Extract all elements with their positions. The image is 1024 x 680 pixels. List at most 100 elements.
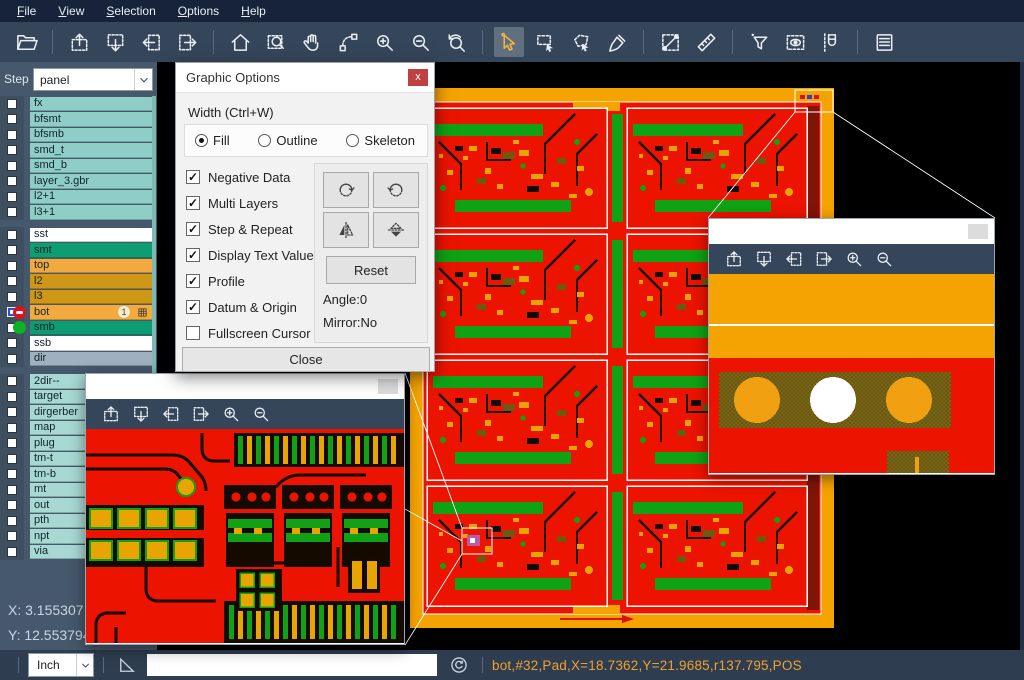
layer-checkbox[interactable] xyxy=(7,176,17,186)
open-folder-tool-button[interactable] xyxy=(11,27,41,57)
pan-left-tool-button[interactable] xyxy=(136,27,166,57)
layer-checkbox[interactable] xyxy=(7,99,17,109)
layer-name[interactable]: fx xyxy=(30,97,152,112)
layer-row-bfsmb[interactable]: bfsmb xyxy=(0,127,157,143)
layer-name[interactable]: l2+1 xyxy=(30,190,152,205)
pan-right-tool-button[interactable] xyxy=(811,246,837,272)
layer-row-smb[interactable]: smb xyxy=(0,320,157,336)
pan-left-tool-button[interactable] xyxy=(158,401,184,427)
mirror-horizontal-button[interactable] xyxy=(323,212,369,248)
layer-name[interactable]: sst xyxy=(30,228,152,243)
rotate-ccw-button[interactable] xyxy=(373,172,419,208)
pan-hand-tool-button[interactable] xyxy=(297,27,327,57)
magnifier-titlebar[interactable] xyxy=(709,219,994,244)
reset-button[interactable]: Reset xyxy=(326,256,416,284)
magnifier-minimize-button[interactable] xyxy=(968,224,988,239)
pan-down-tool-button[interactable] xyxy=(128,401,154,427)
layer-name[interactable]: ssb xyxy=(30,336,152,351)
zoom-in-tool-button[interactable] xyxy=(218,401,244,427)
layer-name[interactable]: bfsmb xyxy=(30,128,152,143)
layer-name[interactable]: l2 xyxy=(30,274,152,289)
radio-icon[interactable] xyxy=(346,134,359,147)
pan-down-tool-button[interactable] xyxy=(751,246,777,272)
menu-help[interactable]: Help xyxy=(230,0,277,22)
select-rect-tool-button[interactable] xyxy=(530,27,560,57)
layer-checkbox[interactable] xyxy=(7,423,17,433)
layer-checkbox[interactable] xyxy=(7,192,17,202)
pan-up-tool-button[interactable] xyxy=(721,246,747,272)
layer-row-l3[interactable]: l3 xyxy=(0,289,157,305)
layer-row-layer_3.gbr[interactable]: layer_3.gbr xyxy=(0,174,157,190)
grid-icon[interactable] xyxy=(137,307,148,318)
select-cursor-tool-button[interactable] xyxy=(494,27,524,57)
layer-name[interactable]: top xyxy=(30,259,152,274)
layer-row-l3+1[interactable]: l3+1 xyxy=(0,205,157,221)
layer-row-l2[interactable]: l2 xyxy=(0,274,157,290)
layer-row-smd_b[interactable]: smd_b xyxy=(0,158,157,174)
checkbox-icon[interactable]: ✓ xyxy=(186,170,200,184)
layer-row-bfsmt[interactable]: bfsmt xyxy=(0,112,157,128)
layer-list-tool-button[interactable] xyxy=(869,27,899,57)
zoom-out-tool-button[interactable] xyxy=(871,246,897,272)
layer-checkbox[interactable] xyxy=(7,292,17,302)
layer-row-top[interactable]: top xyxy=(0,258,157,274)
layer-checkbox[interactable] xyxy=(7,469,17,479)
option-fullscreen-cursor[interactable]: Fullscreen Cursor xyxy=(186,320,314,346)
layer-checkbox[interactable] xyxy=(7,392,17,402)
magnifier-minimize-button[interactable] xyxy=(378,379,398,394)
radio-icon[interactable] xyxy=(258,134,271,147)
layer-row-l2+1[interactable]: l2+1 xyxy=(0,189,157,205)
layer-checkbox[interactable] xyxy=(7,438,17,448)
layer-checkbox[interactable] xyxy=(7,376,17,386)
layer-row-dir[interactable]: dir xyxy=(0,351,157,367)
magnifier-view-pads[interactable] xyxy=(86,429,404,643)
highlight-view-tool-button[interactable] xyxy=(780,27,810,57)
layer-checkbox[interactable] xyxy=(7,338,17,348)
mirror-vertical-button[interactable] xyxy=(373,212,419,248)
menu-view[interactable]: View xyxy=(47,0,95,22)
layer-checkbox[interactable] xyxy=(7,354,17,364)
layer-checkbox[interactable] xyxy=(7,161,17,171)
route-edit-tool-button[interactable] xyxy=(333,27,363,57)
pan-right-tool-button[interactable] xyxy=(172,27,202,57)
layer-checkbox[interactable] xyxy=(7,407,17,417)
option-multi-layers[interactable]: ✓Multi Layers xyxy=(186,190,314,216)
zoom-in-tool-button[interactable] xyxy=(841,246,867,272)
layer-checkbox[interactable] xyxy=(7,276,17,286)
layer-checkbox[interactable] xyxy=(7,145,17,155)
layer-checkbox[interactable] xyxy=(7,500,17,510)
layer-checkbox[interactable] xyxy=(7,130,17,140)
zoom-out-tool-button[interactable] xyxy=(248,401,274,427)
layer-checkbox[interactable] xyxy=(7,531,17,541)
layer-row-sst[interactable]: sst xyxy=(0,227,157,243)
magnifier-window-drills[interactable] xyxy=(708,218,995,475)
layer-checkbox[interactable] xyxy=(7,547,17,557)
zoom-in-tool-button[interactable] xyxy=(369,27,399,57)
option-profile[interactable]: ✓Profile xyxy=(186,268,314,294)
zoom-window-tool-button[interactable] xyxy=(261,27,291,57)
layer-checkbox[interactable] xyxy=(7,230,17,240)
layer-row-smd_t[interactable]: smd_t xyxy=(0,143,157,159)
menu-selection[interactable]: Selection xyxy=(95,0,166,22)
layer-name[interactable]: smb xyxy=(30,321,152,336)
pan-up-tool-button[interactable] xyxy=(98,401,124,427)
command-input[interactable] xyxy=(147,654,437,676)
layer-name[interactable]: smt xyxy=(30,243,152,258)
magnifier-titlebar[interactable] xyxy=(86,374,404,399)
layer-row-bot[interactable]: bot1 xyxy=(0,305,157,321)
layer-name[interactable]: smd_b xyxy=(30,159,152,174)
checkbox-icon[interactable] xyxy=(186,326,200,340)
angle-measure-icon[interactable] xyxy=(117,655,137,675)
option-datum-origin[interactable]: ✓Datum & Origin xyxy=(186,294,314,320)
magnifier-window-pads[interactable] xyxy=(85,373,405,645)
layer-checkbox[interactable] xyxy=(7,245,17,255)
menu-file[interactable]: File xyxy=(6,0,47,22)
layer-name[interactable]: l3+1 xyxy=(30,205,152,220)
fill-mode-fill[interactable]: Fill xyxy=(195,133,230,148)
layer-row-smt[interactable]: smt xyxy=(0,243,157,259)
step-dropdown[interactable]: panel xyxy=(33,68,153,91)
radio-icon[interactable] xyxy=(195,134,208,147)
select-polygon-tool-button[interactable] xyxy=(566,27,596,57)
layer-checkbox[interactable] xyxy=(7,454,17,464)
option-display-text-value[interactable]: ✓Display Text Value xyxy=(186,242,314,268)
